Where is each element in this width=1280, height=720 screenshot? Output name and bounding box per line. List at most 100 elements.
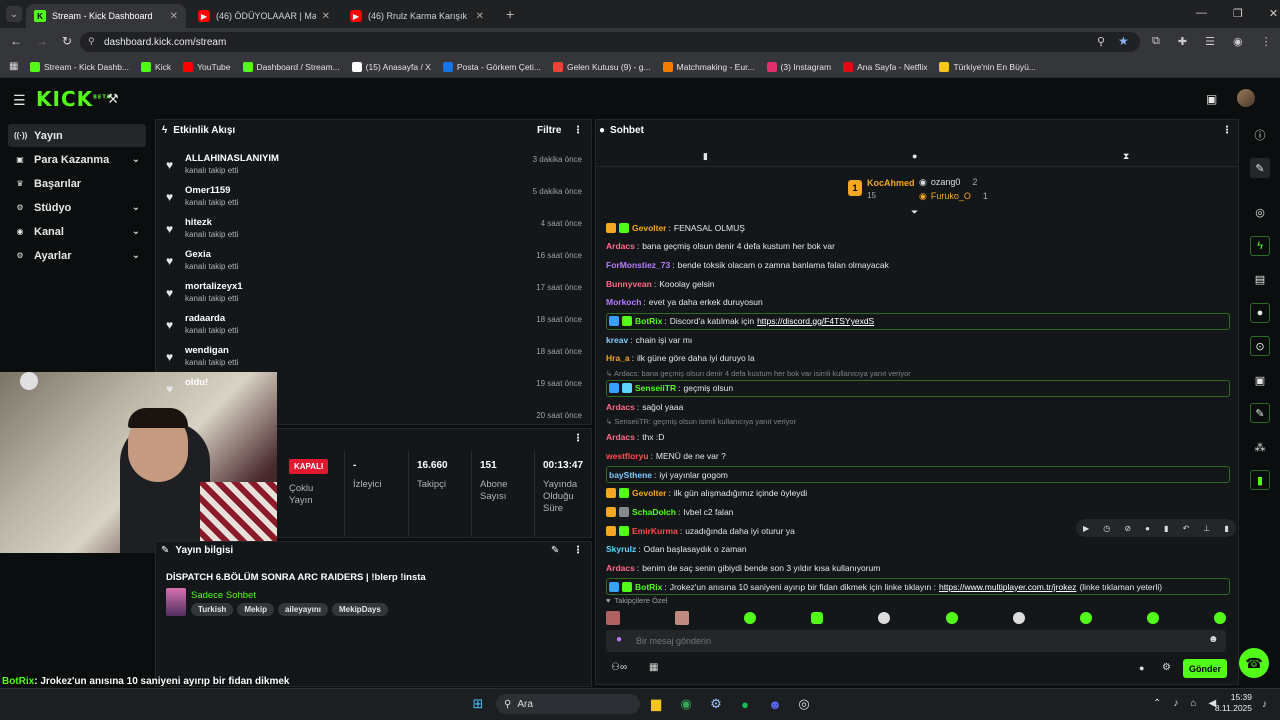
- chevron-up-icon[interactable]: ⌃: [1153, 698, 1161, 709]
- settings-gear-icon[interactable]: ⚙: [1162, 662, 1171, 673]
- event-username[interactable]: Gexia: [185, 249, 211, 260]
- chat-username[interactable]: ForMonstiez_73: [606, 260, 670, 270]
- tab-close-icon[interactable]: ✕: [476, 11, 484, 22]
- taskbar-search[interactable]: ⚲ Ara: [496, 694, 640, 714]
- chat-username[interactable]: SchaDolch: [632, 507, 676, 517]
- maximize-icon[interactable]: ❐: [1233, 7, 1243, 20]
- chat-username[interactable]: Gevolter: [632, 223, 667, 233]
- bookmark-item[interactable]: Türkiye'nin En Büyü...: [939, 61, 1036, 72]
- chat-username[interactable]: Morkoch: [606, 297, 641, 307]
- leader-3[interactable]: ◉ Furuko_O 1: [919, 191, 988, 202]
- bookmark-star-icon[interactable]: ★: [1118, 34, 1129, 48]
- lightning-icon[interactable]: ϟ: [1250, 236, 1270, 256]
- emote[interactable]: [878, 612, 891, 624]
- info-more-icon[interactable]: ⋮: [573, 545, 583, 556]
- hamburger-menu-icon[interactable]: ☰: [13, 92, 26, 109]
- sidebar-item-stüdyo[interactable]: ⚙ Stüdyo ⌄: [8, 196, 146, 219]
- radio-icon[interactable]: ⊙: [1250, 336, 1270, 356]
- help-button[interactable]: ☎: [1239, 648, 1269, 678]
- notification-bell-icon[interactable]: ♪: [1262, 699, 1267, 710]
- stream-tag[interactable]: Turkish: [191, 603, 234, 616]
- extension-icon[interactable]: ⧉: [1152, 35, 1160, 48]
- trash-icon[interactable]: ▮: [703, 151, 708, 162]
- chat-username[interactable]: EmirKurma: [632, 526, 678, 536]
- bookmark-item[interactable]: Dashboard / Stream...: [242, 61, 340, 72]
- network-icon[interactable]: ⌂: [1190, 698, 1196, 709]
- tab-close-icon[interactable]: ✕: [322, 11, 330, 22]
- chat-mode-icon[interactable]: ●: [912, 151, 917, 161]
- obs-icon[interactable]: ◎: [794, 694, 814, 714]
- menu-icon[interactable]: ⋮: [1261, 35, 1272, 48]
- filter-button[interactable]: Filtre: [537, 125, 561, 136]
- emote[interactable]: [945, 612, 958, 624]
- browser-tab[interactable]: ▶ (46) ÖDÜYOLAAAR | Madara O ✕: [190, 4, 338, 28]
- minimize-icon[interactable]: —: [1196, 7, 1207, 20]
- sidebar-item-para-kazanma[interactable]: ▣ Para Kazanma ⌄: [8, 148, 146, 171]
- sidebar-item-kanal[interactable]: ◉ Kanal ⌄: [8, 220, 146, 243]
- new-tab-button[interactable]: +: [506, 6, 514, 22]
- reload-icon[interactable]: ↻: [62, 34, 72, 48]
- event-username[interactable]: hitezk: [185, 217, 212, 228]
- bookmark-item[interactable]: (3) Instagram: [766, 61, 831, 72]
- bookmark-item[interactable]: Kick: [141, 61, 171, 72]
- close-icon[interactable]: ✕: [1269, 7, 1278, 20]
- puzzle-icon[interactable]: ✚: [1178, 35, 1187, 48]
- url-field[interactable]: dashboard.kick.com/stream: [80, 32, 1140, 52]
- chat-username[interactable]: BotRix: [635, 316, 662, 326]
- tab-close-icon[interactable]: ✕: [170, 11, 178, 22]
- activity-more-icon[interactable]: ⋮: [573, 125, 583, 136]
- chat-username[interactable]: Ardacs: [606, 241, 635, 251]
- send-button[interactable]: Gönder: [1183, 659, 1227, 678]
- video-icon[interactable]: ▣: [1250, 370, 1270, 390]
- chat-username[interactable]: Ardacs: [606, 432, 635, 442]
- steam-icon[interactable]: ⚙: [706, 694, 726, 714]
- wrench-icon[interactable]: ✎: [1250, 403, 1270, 423]
- sidebar-item-başarılar[interactable]: ♛ Başarılar: [8, 172, 146, 195]
- category-name[interactable]: Sadece Sohbet: [191, 590, 256, 601]
- app-icon[interactable]: ▮: [1250, 470, 1270, 490]
- chat-settings-bubble-icon[interactable]: ●: [1139, 663, 1144, 673]
- discord-icon[interactable]: ☻: [765, 694, 785, 714]
- chat-more-icon[interactable]: ⋮: [1222, 125, 1232, 136]
- leader-name[interactable]: KocAhmed: [867, 178, 915, 188]
- emote[interactable]: [606, 611, 620, 625]
- microphone-icon[interactable]: ●: [616, 634, 622, 645]
- site-info-icon[interactable]: ⚲: [88, 36, 95, 47]
- event-username[interactable]: ALLAHINASLANIYIM: [185, 153, 279, 164]
- chat-username[interactable]: BotRix: [635, 582, 662, 592]
- event-username[interactable]: mortalizeyx1: [185, 281, 243, 292]
- event-username[interactable]: Omer1159: [185, 185, 230, 196]
- bookmark-item[interactable]: Matchmaking - Eur...: [662, 61, 755, 72]
- stream-tag[interactable]: Mekip: [237, 603, 274, 616]
- chat-username[interactable]: westfloryu: [606, 451, 649, 461]
- store-icon[interactable]: ▦: [649, 662, 658, 673]
- reading-list-icon[interactable]: ☰: [1205, 35, 1215, 48]
- chat-username[interactable]: Bunnyvean: [606, 279, 652, 289]
- sidebar-item-yayın[interactable]: ((·)) Yayın: [8, 124, 146, 147]
- nodes-icon[interactable]: ⁂: [1250, 437, 1270, 457]
- chat-username[interactable]: Ardacs: [606, 563, 635, 573]
- chat-username[interactable]: baySthene: [609, 470, 652, 480]
- sidebar-item-ayarlar[interactable]: ⚙ Ayarlar ⌄: [8, 244, 146, 267]
- chat-link[interactable]: https://discord.gg/F4TSYyexdS: [757, 316, 874, 326]
- edit-pencil-icon[interactable]: ✎: [551, 545, 559, 556]
- bookmark-item[interactable]: Stream - Kick Dashb...: [30, 61, 129, 72]
- bookmark-item[interactable]: (15) Anasayfa / X: [351, 61, 431, 72]
- expand-leaderboard-icon[interactable]: ⏷: [911, 207, 918, 218]
- folder-icon[interactable]: ▆: [646, 694, 666, 714]
- bookmark-item[interactable]: Gelen Kutusu (9) - g...: [552, 61, 651, 72]
- hammer-icon[interactable]: ⚒: [107, 91, 119, 107]
- leader-2[interactable]: ◉ ozang0 2: [919, 177, 977, 188]
- zoom-icon[interactable]: ⚲: [1097, 35, 1105, 48]
- kick-logo[interactable]: KICKBETA: [36, 87, 111, 111]
- chrome-icon[interactable]: ◉: [676, 694, 696, 714]
- browser-tab[interactable]: K Stream - Kick Dashboard ✕: [26, 4, 186, 28]
- emote[interactable]: [811, 612, 824, 624]
- spotify-icon[interactable]: ●: [735, 694, 755, 714]
- back-icon[interactable]: ←: [10, 34, 22, 48]
- emote[interactable]: [675, 611, 690, 625]
- emote[interactable]: [1213, 612, 1226, 624]
- browser-tab[interactable]: ▶ (46) Rrulz Karma Karışık #15 - Y ✕: [342, 4, 492, 28]
- forward-icon[interactable]: →: [36, 34, 48, 48]
- hourglass-icon[interactable]: ⧗: [1123, 151, 1129, 162]
